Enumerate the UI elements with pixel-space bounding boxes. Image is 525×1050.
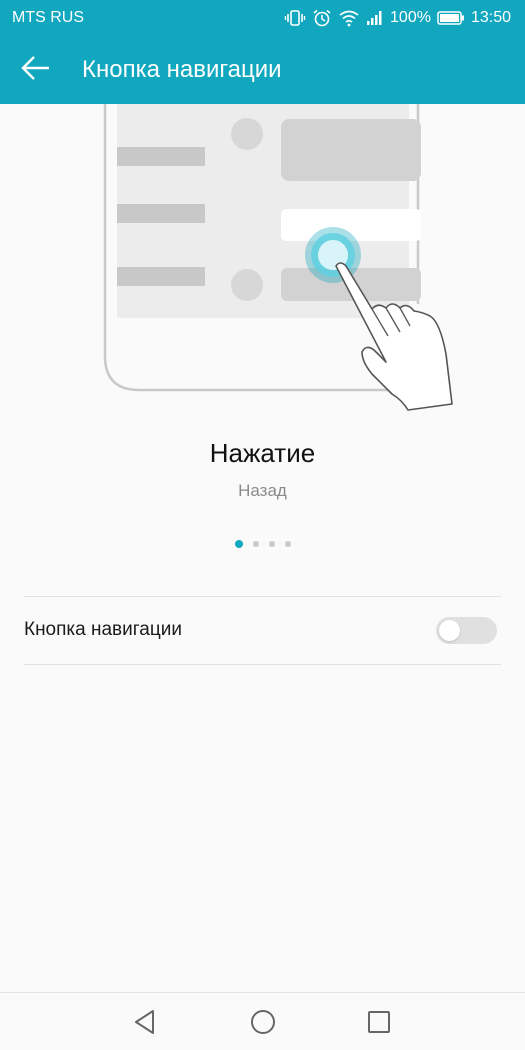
status-icons: 100% 13:50	[284, 6, 511, 30]
status-bar: MTS RUS 100% 13:50	[0, 0, 525, 36]
page-dot[interactable]	[268, 541, 275, 547]
gesture-subtitle: Назад	[238, 481, 287, 500]
toggle-knob	[439, 620, 460, 641]
screen: MTS RUS 100% 13:50 Кнопка навигации Нажа…	[0, 0, 525, 1050]
app-bar: Кнопка навигации	[0, 36, 525, 104]
alarm-icon	[312, 9, 332, 27]
carrier-name: MTS RUS	[12, 9, 84, 26]
back-button[interactable]	[20, 52, 60, 88]
page-dot[interactable]	[252, 541, 259, 547]
nav-back-button[interactable]	[131, 1007, 161, 1037]
page-dot-active[interactable]	[234, 540, 243, 548]
page-title: Кнопка навигации	[82, 56, 282, 83]
nav-recents-button[interactable]	[364, 1007, 394, 1037]
system-navigation-bar	[0, 992, 525, 1050]
divider	[24, 664, 501, 665]
triangle-back-icon	[131, 1010, 161, 1041]
signal-icon	[366, 10, 384, 26]
clock: 13:50	[470, 9, 511, 26]
page-indicator	[0, 540, 525, 548]
battery-percent: 100%	[390, 9, 431, 26]
vibrate-icon	[284, 9, 306, 27]
circle-home-icon	[248, 1010, 278, 1041]
nav-button-setting-label: Кнопка навигации	[24, 619, 182, 640]
wifi-icon	[338, 9, 360, 27]
square-recents-icon	[364, 1011, 394, 1041]
gesture-title: Нажатие	[209, 438, 316, 468]
nav-button-toggle[interactable]	[436, 617, 497, 644]
nav-button-setting-row[interactable]: Кнопка навигации	[0, 597, 525, 664]
gesture-illustration	[0, 104, 525, 424]
arrow-left-icon	[20, 56, 52, 88]
battery-icon	[437, 10, 465, 26]
nav-home-button[interactable]	[248, 1007, 278, 1037]
page-dot[interactable]	[284, 541, 291, 547]
